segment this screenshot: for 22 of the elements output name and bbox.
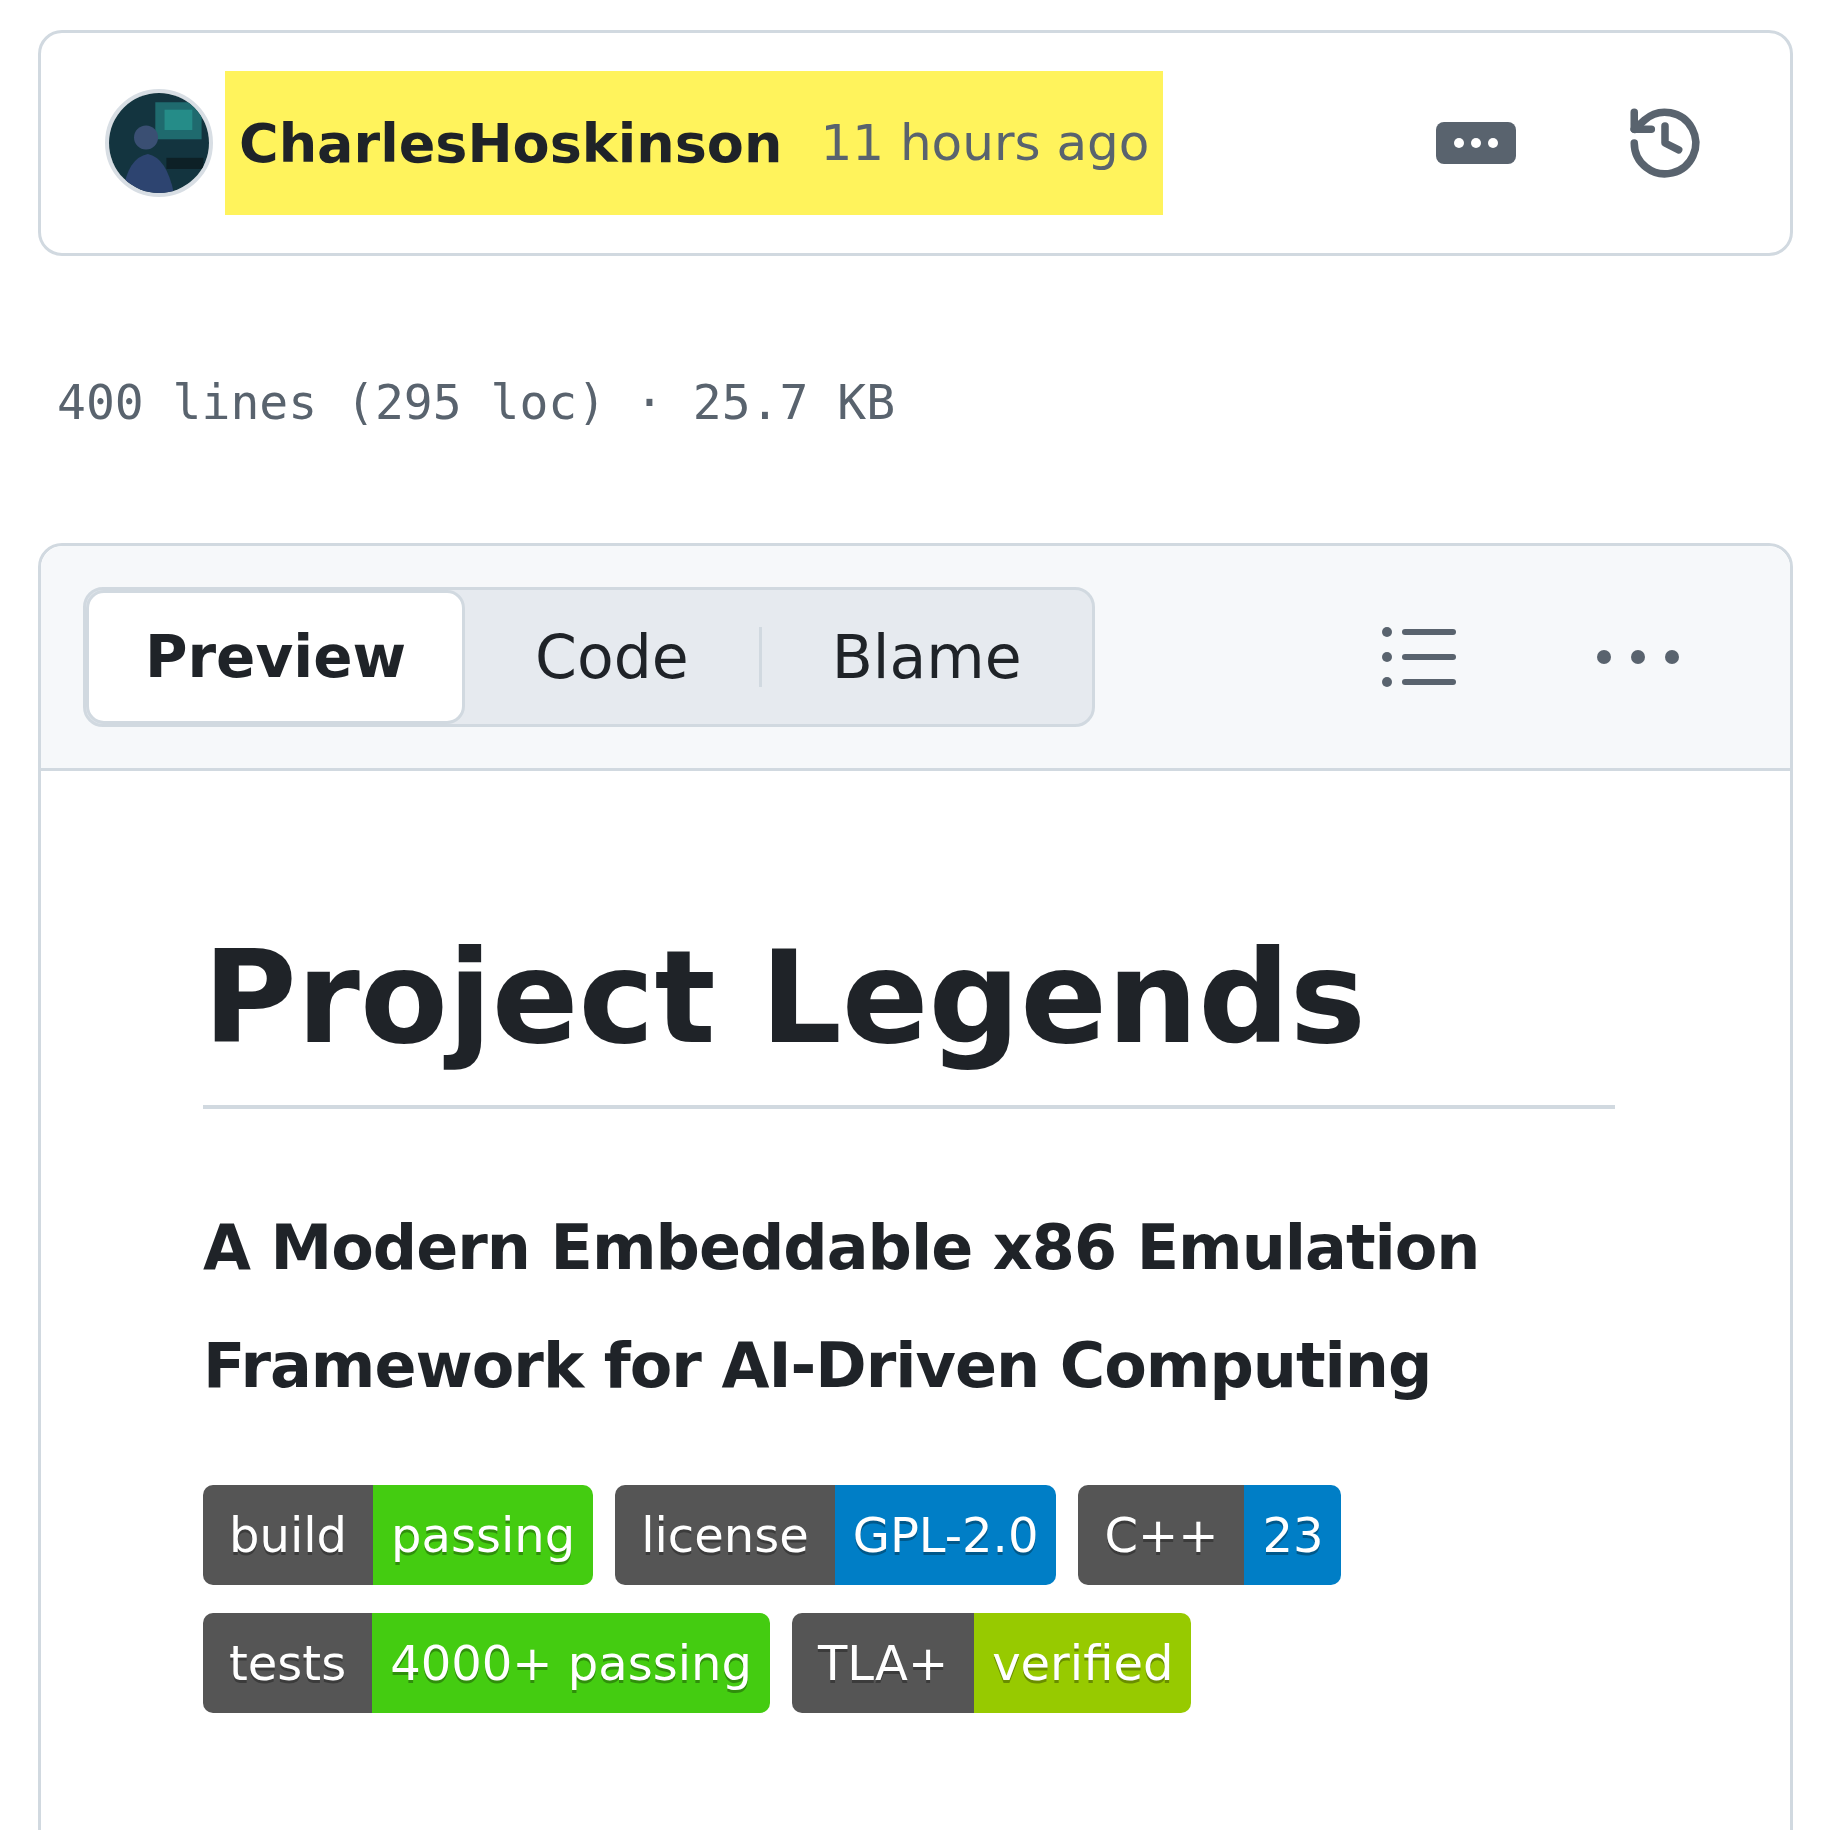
badge-label: TLA+: [791, 1612, 975, 1713]
badge-value: GPL-2.0: [834, 1484, 1057, 1585]
file-meta: 400 lines (295 loc) · 25.7 KB: [57, 373, 897, 432]
badge-label: tests: [203, 1612, 373, 1713]
view-tab[interactable]: Preview: [86, 590, 466, 724]
ellipsis-icon[interactable]: [1596, 649, 1680, 665]
badge-label: license: [615, 1484, 835, 1585]
view-tab[interactable]: Blame: [761, 590, 1092, 724]
outline-icon[interactable]: [1382, 626, 1456, 688]
badge-value: verified: [974, 1612, 1192, 1713]
badge-value: 23: [1244, 1484, 1342, 1585]
badge-value: 4000+ passing: [372, 1612, 770, 1713]
commit-time: 11 hours ago: [820, 112, 1150, 174]
view-tab[interactable]: Code: [465, 590, 759, 724]
readme-subtitle: A Modern Embeddable x86 Emulation Framework for AI-Driven Computing: [203, 1209, 1481, 1404]
badge-label: build: [203, 1484, 374, 1585]
readme-title: Project Legends: [203, 922, 1367, 1074]
badge-value: passing: [373, 1484, 594, 1585]
author-name[interactable]: CharlesHoskinson: [239, 102, 783, 184]
more-button[interactable]: [1436, 122, 1516, 164]
ellipsis-icon: [1454, 138, 1498, 148]
badge-label: C++: [1078, 1484, 1245, 1585]
